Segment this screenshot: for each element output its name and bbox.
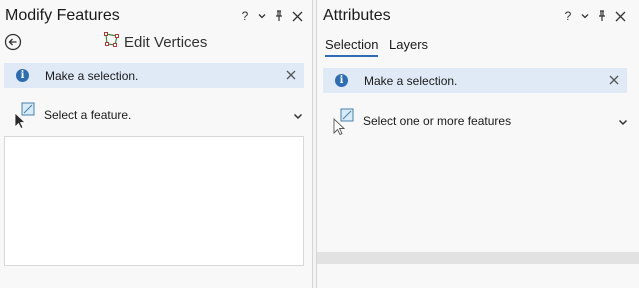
pane-options-chevron-icon[interactable] (578, 9, 592, 23)
close-icon[interactable] (607, 73, 621, 87)
chevron-down-icon (617, 115, 629, 127)
info-message: Make a selection. (364, 74, 458, 88)
pane-header: Modify Features ? (0, 0, 312, 32)
edit-vertices-button[interactable]: Edit Vertices (103, 31, 208, 53)
close-icon[interactable] (290, 9, 304, 23)
modify-features-pane: Modify Features ? Edit Vertices i Make a… (0, 0, 313, 288)
close-icon[interactable] (284, 68, 298, 82)
feature-list[interactable] (4, 136, 304, 266)
select-features-label: Select one or more features (363, 114, 512, 128)
help-button[interactable]: ? (561, 9, 575, 23)
info-bar: i Make a selection. (323, 68, 627, 93)
tab-selection[interactable]: Selection (325, 37, 379, 57)
pin-icon[interactable] (595, 9, 609, 23)
close-icon[interactable] (613, 9, 627, 23)
pane-title: Attributes (323, 7, 391, 24)
help-button[interactable]: ? (238, 9, 252, 23)
info-icon: i (16, 69, 29, 82)
edit-vertices-label: Edit Vertices (124, 33, 208, 51)
horizontal-divider[interactable] (317, 252, 639, 264)
select-feature-icon (12, 101, 38, 130)
select-feature-icon (331, 107, 357, 136)
pane-title: Modify Features (5, 7, 120, 24)
info-icon: i (335, 74, 348, 87)
select-features-dropdown[interactable]: Select one or more features (331, 107, 629, 136)
select-feature-dropdown[interactable]: Select a feature. (12, 101, 304, 130)
info-message: Make a selection. (45, 69, 139, 83)
select-feature-label: Select a feature. (44, 108, 132, 122)
edit-vertices-icon (103, 31, 120, 53)
pane-options-chevron-icon[interactable] (255, 9, 269, 23)
attributes-pane: Attributes ? Selection Layers i Make a s… (316, 0, 639, 288)
tab-layers[interactable]: Layers (389, 37, 428, 55)
arrow-left-circle-icon[interactable] (4, 33, 22, 51)
chevron-down-icon (292, 109, 304, 121)
pane-header: Attributes ? (317, 0, 639, 32)
info-bar: i Make a selection. (4, 63, 304, 88)
pin-icon[interactable] (272, 9, 286, 23)
